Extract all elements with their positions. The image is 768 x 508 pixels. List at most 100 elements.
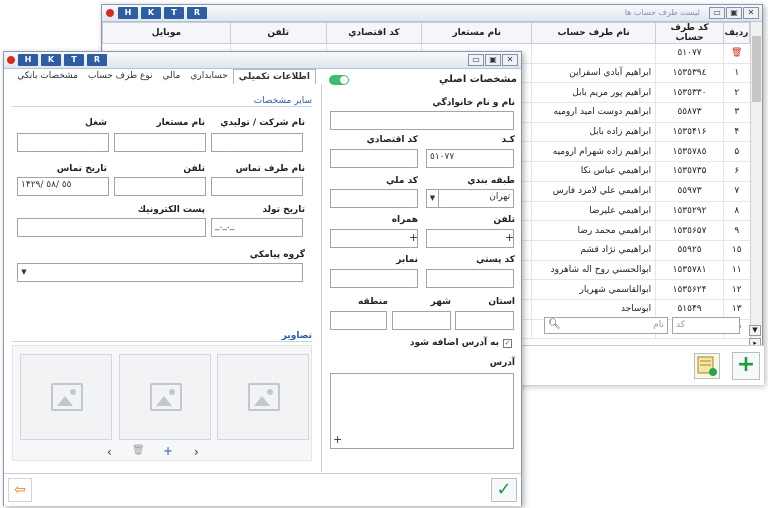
- image-slot-3[interactable]: [20, 354, 112, 440]
- prev-image-icon[interactable]: ‹: [107, 445, 112, 459]
- search-name-input[interactable]: 🔍︎ نام: [544, 317, 668, 334]
- col-mobile[interactable]: موبايل: [102, 22, 231, 44]
- account-name-cell: ابراهيم دوست اميد اروميه: [531, 102, 656, 123]
- add-phone-icon[interactable]: +: [505, 231, 514, 244]
- delete-row-icon[interactable]: 🗑: [731, 48, 742, 58]
- account-name-cell: ابوالحسني روح اله شاهرود: [531, 260, 656, 281]
- code-input[interactable]: ٥١٠٧٧: [426, 149, 514, 168]
- account-code-cell: ١٥٣٥۴١۶: [655, 122, 724, 143]
- add-address-icon[interactable]: +: [333, 433, 342, 446]
- contact-phone-input[interactable]: [114, 177, 206, 196]
- confirm-button[interactable]: ✓: [491, 478, 517, 502]
- image-slot-2[interactable]: [119, 354, 211, 440]
- add-account-button[interactable]: +: [732, 352, 760, 380]
- tab-bar: اطلاعات تكميلي حسابداري مالي نوع طرف حسا…: [12, 69, 316, 84]
- col-phone[interactable]: تلفن: [229, 22, 327, 44]
- hotkey-r[interactable]: R: [187, 7, 207, 19]
- contact-date-input[interactable]: ١۴٥٥ /٥٨ /٢٩: [17, 177, 109, 196]
- row-number-cell: ۶: [723, 161, 750, 182]
- account-name-cell: [531, 43, 656, 64]
- col-alias[interactable]: نام مستعار: [421, 22, 533, 44]
- fax-input[interactable]: [330, 269, 418, 288]
- tab-supplementary[interactable]: اطلاعات تكميلي: [232, 69, 316, 84]
- close-icon[interactable]: ✕: [743, 7, 759, 19]
- row-number-cell: ٢: [723, 82, 750, 104]
- postal-code-input[interactable]: [426, 269, 514, 288]
- search-code-input[interactable]: كد: [672, 317, 740, 334]
- account-edit-window: H K T R ▭ ▣ ✕ مشخصات اصلي نام و نام خانو…: [3, 51, 522, 506]
- phone-input[interactable]: +: [426, 229, 514, 248]
- economic-code-input[interactable]: [330, 149, 418, 168]
- category-select[interactable]: ▼ تهران: [426, 189, 514, 208]
- hotkey-h[interactable]: H: [118, 7, 138, 19]
- maximize-icon[interactable]: ▣: [485, 54, 501, 66]
- add-image-icon[interactable]: +: [163, 444, 173, 458]
- sms-group-select[interactable]: ▼: [17, 263, 303, 282]
- scroll-down-icon[interactable]: ▼: [749, 325, 761, 336]
- next-image-icon[interactable]: ›: [194, 445, 199, 459]
- row-number-cell: 🗑: [723, 43, 750, 64]
- region-input[interactable]: [330, 311, 387, 330]
- other-section-title: ساير مشخصات: [12, 96, 312, 107]
- job-input[interactable]: [17, 133, 109, 152]
- tab-accounting[interactable]: حسابداري: [185, 69, 232, 84]
- tab-bank-info[interactable]: مشخصات بانكي: [12, 69, 83, 84]
- excel-icon: [697, 356, 717, 376]
- col-name[interactable]: نام طرف حساب: [531, 22, 657, 44]
- tab-account-type[interactable]: نوع طرف حساب: [83, 69, 158, 84]
- company-name-input[interactable]: [211, 133, 303, 152]
- vertical-scrollbar[interactable]: [750, 22, 762, 340]
- image-placeholder-icon: [150, 383, 182, 411]
- category-value: تهران: [489, 192, 510, 202]
- alias-input[interactable]: [114, 133, 206, 152]
- hotkey-t[interactable]: T: [64, 54, 84, 66]
- account-code-cell: ١٥٣٥٣٣٠: [655, 82, 724, 104]
- email-input[interactable]: [17, 218, 206, 237]
- search-name-placeholder: نام: [653, 320, 664, 330]
- export-excel-button[interactable]: [694, 353, 720, 379]
- tab-financial[interactable]: مالي: [158, 69, 186, 84]
- address-textarea[interactable]: +: [330, 373, 514, 449]
- close-dot-icon[interactable]: [7, 56, 15, 64]
- birth-date-input[interactable]: _._._: [211, 218, 303, 237]
- province-input[interactable]: [455, 311, 514, 330]
- minimize-icon[interactable]: ▭: [468, 54, 484, 66]
- account-name-cell: ابراهيمي عليرضا: [531, 201, 656, 222]
- delete-image-icon[interactable]: 🗑: [132, 445, 145, 456]
- row-number-cell: ٨: [723, 201, 750, 222]
- active-toggle[interactable]: [329, 75, 349, 85]
- window-controls: ▭ ▣ ✕: [468, 54, 518, 66]
- col-row[interactable]: رديف: [723, 22, 750, 44]
- contact-phone-label: تلفن: [183, 164, 205, 174]
- image-slot-1[interactable]: [217, 354, 309, 440]
- col-economic-code[interactable]: كد اقتصادي: [325, 22, 423, 44]
- contact-date-label: تاريخ تماس: [56, 164, 107, 174]
- minimize-icon[interactable]: ▭: [709, 7, 725, 19]
- add-to-address-checkbox[interactable]: ✓: [503, 339, 512, 348]
- account-code-cell: ١٥٣٥٢٩٢: [655, 201, 724, 222]
- account-name-cell: ابراهيم آبادي اسفراين: [531, 63, 656, 84]
- hotkey-k[interactable]: K: [41, 54, 61, 66]
- hotkey-h[interactable]: H: [18, 54, 38, 66]
- hotkey-k[interactable]: K: [141, 7, 161, 19]
- full-name-input[interactable]: [330, 111, 514, 130]
- close-dot-icon[interactable]: [106, 9, 114, 17]
- maximize-icon[interactable]: ▣: [726, 7, 742, 19]
- col-code[interactable]: كد طرف حساب: [655, 22, 725, 44]
- chevron-down-icon: ▼: [21, 268, 27, 276]
- hotkey-t[interactable]: T: [164, 7, 184, 19]
- search-code-placeholder: كد: [676, 320, 686, 330]
- city-label: شهر: [430, 297, 451, 307]
- company-name-label: نام شركت / توليدي: [220, 118, 305, 128]
- window-title: ليست طرف حساب ها: [624, 8, 700, 17]
- contact-name-input[interactable]: [211, 177, 303, 196]
- edit-footer: ⇦ ✓: [4, 473, 521, 506]
- national-code-input[interactable]: [330, 189, 418, 208]
- close-icon[interactable]: ✕: [502, 54, 518, 66]
- scroll-thumb[interactable]: [752, 36, 761, 102]
- add-mobile-icon[interactable]: +: [409, 231, 418, 244]
- hotkey-r[interactable]: R: [87, 54, 107, 66]
- mobile-input[interactable]: +: [330, 229, 418, 248]
- exit-icon[interactable]: ⇦: [8, 478, 32, 502]
- city-input[interactable]: [392, 311, 451, 330]
